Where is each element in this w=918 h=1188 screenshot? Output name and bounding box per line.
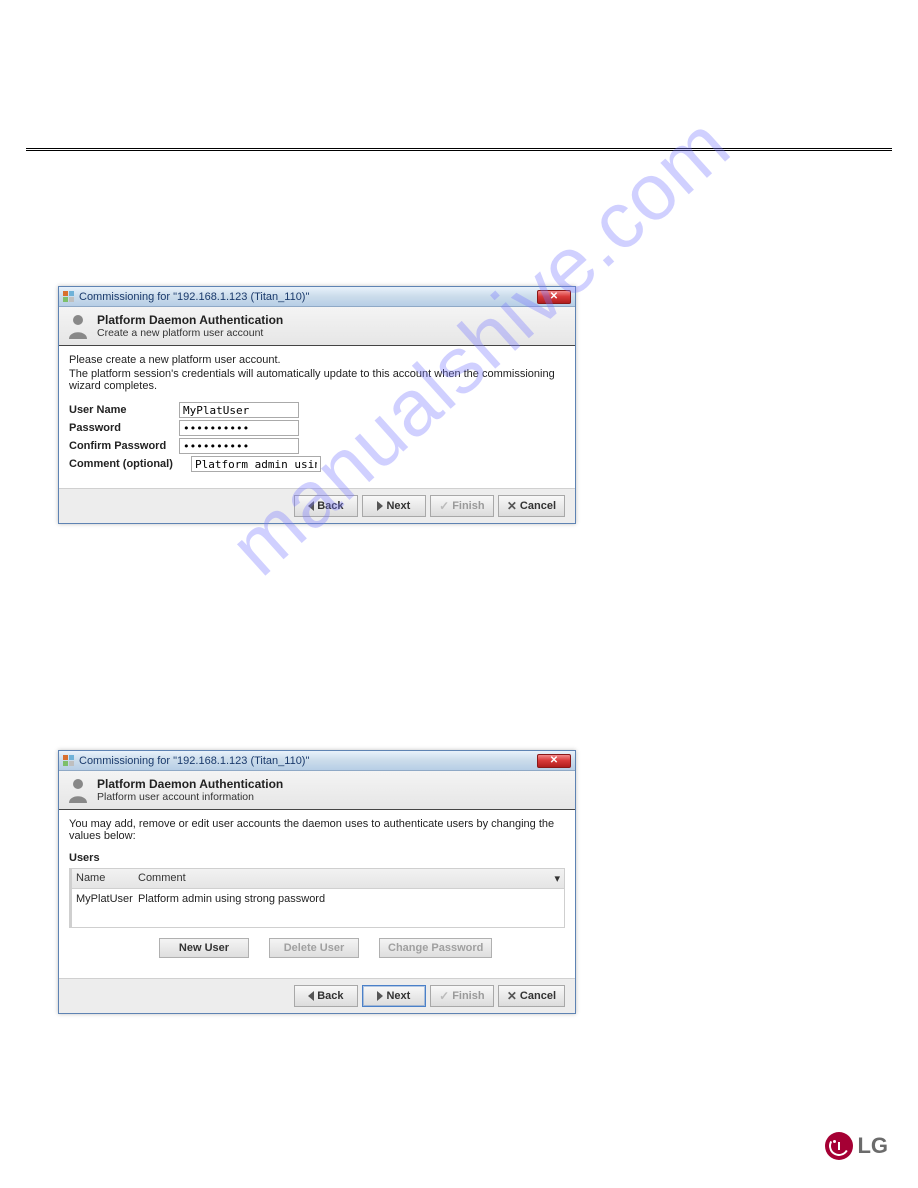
dialog-content: Please create a new platform user accoun… bbox=[59, 346, 575, 488]
close-button[interactable]: ✕ bbox=[537, 290, 571, 304]
comment-label: Comment (optional) bbox=[69, 458, 191, 470]
titlebar-text: Commissioning for "192.168.1.123 (Titan_… bbox=[79, 755, 309, 767]
cancel-button[interactable]: ✕ Cancel bbox=[498, 495, 565, 517]
cancel-button-label: Cancel bbox=[520, 500, 556, 512]
next-button-label: Next bbox=[386, 990, 410, 1002]
x-icon: ✕ bbox=[507, 989, 517, 1003]
header-title: Platform Daemon Authentication bbox=[97, 313, 283, 327]
confirm-password-input[interactable] bbox=[179, 438, 299, 454]
dialog-content: You may add, remove or edit user account… bbox=[59, 810, 575, 978]
username-input[interactable] bbox=[179, 402, 299, 418]
next-button-label: Next bbox=[386, 500, 410, 512]
instruction-line-1: Please create a new platform user accoun… bbox=[69, 354, 565, 366]
app-icon bbox=[63, 291, 75, 303]
titlebar-text: Commissioning for "192.168.1.123 (Titan_… bbox=[79, 291, 309, 303]
triangle-right-icon bbox=[377, 501, 383, 511]
password-input[interactable] bbox=[179, 420, 299, 436]
cell-comment: Platform admin using strong password bbox=[138, 893, 560, 905]
header-band: Platform Daemon Authentication Platform … bbox=[59, 771, 575, 810]
cancel-button-label: Cancel bbox=[520, 990, 556, 1002]
person-icon bbox=[67, 777, 89, 803]
users-label: Users bbox=[69, 852, 565, 864]
comment-input[interactable] bbox=[191, 456, 321, 472]
next-button[interactable]: Next bbox=[362, 495, 426, 517]
back-button[interactable]: Back bbox=[294, 985, 358, 1007]
app-icon bbox=[63, 755, 75, 767]
users-table: Name Comment ▾ MyPlatUser Platform admin… bbox=[69, 868, 565, 928]
titlebar[interactable]: Commissioning for "192.168.1.123 (Titan_… bbox=[59, 751, 575, 771]
titlebar[interactable]: Commissioning for "192.168.1.123 (Titan_… bbox=[59, 287, 575, 307]
password-label: Password bbox=[69, 422, 179, 434]
change-password-button: Change Password bbox=[379, 938, 492, 958]
button-bar: Back Next ✓ Finish ✕ Cancel bbox=[59, 488, 575, 523]
x-icon: ✕ bbox=[507, 499, 517, 513]
check-icon: ✓ bbox=[439, 499, 449, 513]
header-text: Platform Daemon Authentication Platform … bbox=[97, 777, 283, 803]
triangle-left-icon bbox=[308, 501, 314, 511]
triangle-right-icon bbox=[377, 991, 383, 1001]
finish-button: ✓ Finish bbox=[430, 495, 494, 517]
confirm-password-row: Confirm Password bbox=[69, 438, 565, 454]
users-table-header: Name Comment ▾ bbox=[72, 869, 564, 889]
lg-logo-icon bbox=[825, 1132, 853, 1160]
finish-button: ✓ Finish bbox=[430, 985, 494, 1007]
new-user-button[interactable]: New User bbox=[159, 938, 249, 958]
page-rule bbox=[26, 148, 892, 152]
finish-button-label: Finish bbox=[452, 990, 484, 1002]
cell-name: MyPlatUser bbox=[76, 893, 138, 905]
table-row[interactable]: MyPlatUser Platform admin using strong p… bbox=[72, 889, 564, 927]
next-button[interactable]: Next bbox=[362, 985, 426, 1007]
header-subtitle: Create a new platform user account bbox=[97, 327, 283, 339]
back-button-label: Back bbox=[317, 500, 343, 512]
lg-logo: LG bbox=[825, 1132, 888, 1160]
username-row: User Name bbox=[69, 402, 565, 418]
dialog-user-list: Commissioning for "192.168.1.123 (Titan_… bbox=[58, 750, 576, 1014]
confirm-password-label: Confirm Password bbox=[69, 440, 179, 452]
instruction-line-2: The platform session's credentials will … bbox=[69, 368, 565, 392]
user-action-buttons: New User Delete User Change Password bbox=[159, 938, 565, 958]
back-button[interactable]: Back bbox=[294, 495, 358, 517]
lg-logo-text: LG bbox=[857, 1133, 888, 1159]
check-icon: ✓ bbox=[439, 989, 449, 1003]
close-button[interactable]: ✕ bbox=[537, 754, 571, 768]
header-text: Platform Daemon Authentication Create a … bbox=[97, 313, 283, 339]
button-bar: Back Next ✓ Finish ✕ Cancel bbox=[59, 978, 575, 1013]
person-icon bbox=[67, 313, 89, 339]
header-title: Platform Daemon Authentication bbox=[97, 777, 283, 791]
triangle-left-icon bbox=[308, 991, 314, 1001]
back-button-label: Back bbox=[317, 990, 343, 1002]
password-row: Password bbox=[69, 420, 565, 436]
cancel-button[interactable]: ✕ Cancel bbox=[498, 985, 565, 1007]
column-name[interactable]: Name bbox=[76, 872, 138, 885]
comment-row: Comment (optional) bbox=[69, 456, 565, 472]
username-label: User Name bbox=[69, 404, 179, 416]
header-subtitle: Platform user account information bbox=[97, 791, 283, 803]
dialog-create-user: Commissioning for "192.168.1.123 (Titan_… bbox=[58, 286, 576, 524]
column-comment[interactable]: Comment bbox=[138, 872, 546, 885]
delete-user-button: Delete User bbox=[269, 938, 359, 958]
header-band: Platform Daemon Authentication Create a … bbox=[59, 307, 575, 346]
finish-button-label: Finish bbox=[452, 500, 484, 512]
column-menu-icon[interactable]: ▾ bbox=[546, 872, 560, 885]
instruction-text: You may add, remove or edit user account… bbox=[69, 818, 565, 842]
